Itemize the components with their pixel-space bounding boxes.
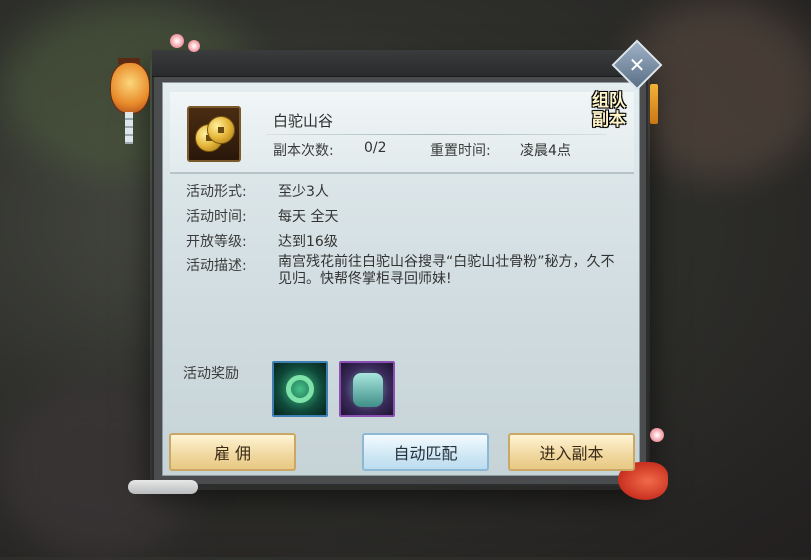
- green-jade-bracelet-icon[interactable]: [272, 361, 328, 417]
- rewards-label: 活动奖励: [183, 366, 239, 382]
- reset-label: 重置时间:: [430, 143, 491, 159]
- level-value: 达到16级: [278, 234, 338, 250]
- jade-guardian-charm-icon[interactable]: [339, 361, 395, 417]
- count-label: 副本次数:: [273, 143, 334, 159]
- lantern-icon: [110, 62, 150, 114]
- close-tassel: [650, 84, 658, 124]
- plum-blossom-icon: [650, 428, 664, 442]
- close-icon[interactable]: ✕: [619, 47, 655, 83]
- desc-value: 南宫残花前往白驼山谷搜寻“白驼山壮骨粉”秘方，久不见归。快帮佟掌柜寻回师妹!: [278, 254, 615, 287]
- enter-dungeon-button[interactable]: 进入副本: [508, 433, 635, 471]
- dungeon-name: 白驼山谷: [273, 112, 334, 130]
- level-label: 开放等级:: [186, 234, 247, 250]
- desc-label: 活动描述:: [186, 258, 247, 274]
- reset-value: 凌晨4点: [520, 143, 571, 159]
- time-label: 活动时间:: [186, 209, 247, 225]
- charm-body: [353, 373, 383, 407]
- dungeon-icon: [187, 106, 241, 162]
- auto-match-button[interactable]: 自动匹配: [362, 433, 489, 471]
- team-dungeon-badge: 组队 副本: [592, 91, 626, 130]
- form-label: 活动形式:: [186, 184, 247, 200]
- panel-title-bar: [152, 50, 648, 77]
- scroll-ornament: [128, 480, 198, 494]
- bracelet-ring: [286, 375, 314, 403]
- count-value: 0/2: [364, 140, 387, 156]
- header-divider: [266, 134, 606, 135]
- plum-blossom-icon: [170, 34, 184, 48]
- plum-blossom-icon: [188, 40, 200, 52]
- gold-coin-icon: [207, 116, 235, 144]
- hire-button[interactable]: 雇 佣: [169, 433, 296, 471]
- time-value: 每天 全天: [278, 209, 339, 225]
- form-value: 至少3人: [278, 184, 329, 200]
- lantern-tassel: [125, 112, 133, 144]
